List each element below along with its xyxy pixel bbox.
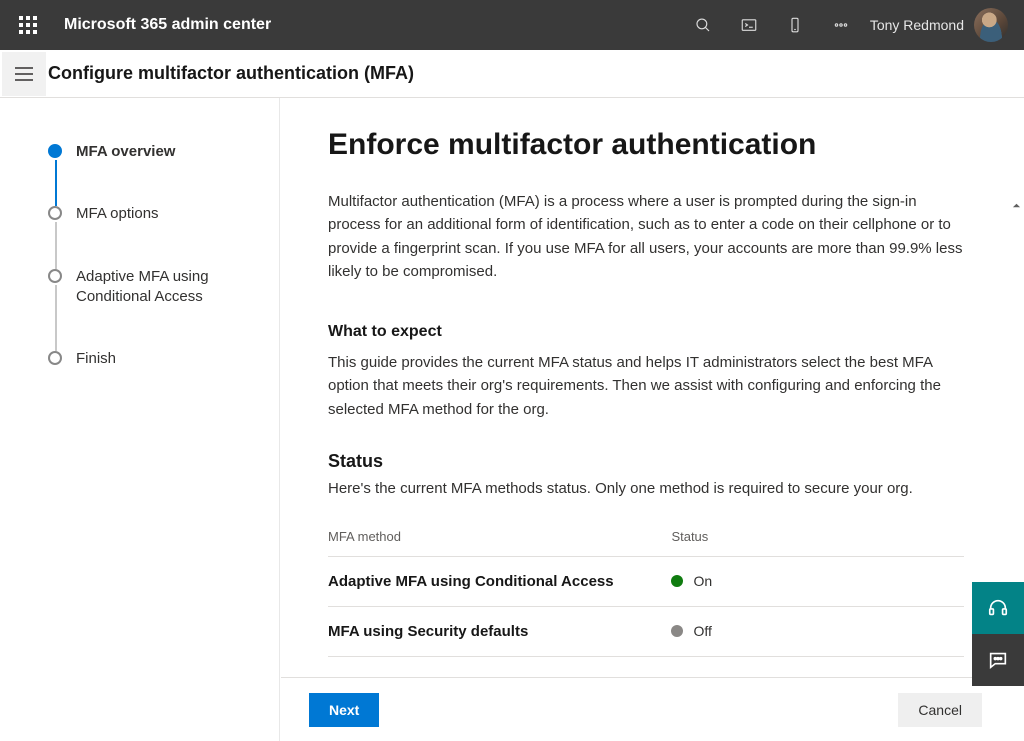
status-off-icon [671, 625, 683, 637]
status-on-icon [671, 575, 683, 587]
nav-toggle-button[interactable] [2, 52, 46, 96]
step-label: Adaptive MFA using Conditional Access [76, 267, 267, 308]
step-finish[interactable]: Finish [48, 349, 267, 369]
step-dot-icon [48, 269, 62, 283]
expect-body: This guide provides the current MFA stat… [328, 351, 964, 421]
status-text: Off [693, 623, 711, 639]
search-icon [694, 16, 712, 34]
help-fab[interactable] [972, 582, 1024, 634]
user-avatar[interactable] [974, 8, 1008, 42]
method-cell: Adaptive MFA using Conditional Access [328, 556, 671, 606]
mobile-button[interactable] [772, 0, 818, 50]
more-icon [832, 16, 850, 34]
page-subheader: Configure multifactor authentication (MF… [0, 50, 1024, 98]
mobile-icon [786, 16, 804, 34]
header-actions: Tony Redmond [680, 0, 1016, 50]
page-title: Configure multifactor authentication (MF… [48, 63, 414, 84]
waffle-icon [19, 16, 37, 34]
step-sidebar: MFA overview MFA options Adaptive MFA us… [0, 98, 280, 741]
cancel-button[interactable]: Cancel [898, 693, 982, 727]
next-button[interactable]: Next [309, 693, 379, 727]
app-title: Microsoft 365 admin center [64, 16, 271, 34]
headset-icon [987, 597, 1009, 619]
col-header-method: MFA method [328, 521, 671, 557]
status-text: On [693, 573, 712, 589]
step-dot-icon [48, 206, 62, 220]
expect-heading: What to expect [328, 323, 964, 341]
main-content: Enforce multifactor authentication Multi… [280, 98, 1024, 741]
step-dot-icon [48, 351, 62, 365]
status-cell: On [671, 573, 964, 589]
mfa-status-table: MFA method Status Adaptive MFA using Con… [328, 521, 964, 657]
step-dot-icon [48, 144, 62, 158]
shell-icon [740, 16, 758, 34]
status-cell: Off [671, 623, 964, 639]
step-label: MFA options [76, 204, 159, 224]
intro-text: Multifactor authentication (MFA) is a pr… [328, 190, 964, 283]
global-header: Microsoft 365 admin center Tony Redmond [0, 0, 1024, 50]
step-label: Finish [76, 349, 116, 369]
hamburger-icon [15, 67, 33, 81]
status-heading: Status [328, 451, 964, 472]
step-label: MFA overview [76, 142, 175, 162]
step-adaptive-mfa[interactable]: Adaptive MFA using Conditional Access [48, 267, 267, 350]
step-mfa-overview[interactable]: MFA overview [48, 142, 267, 204]
shell-button[interactable] [726, 0, 772, 50]
table-row: MFA using Security defaults Off [328, 606, 964, 656]
feedback-fab[interactable] [972, 634, 1024, 686]
app-launcher-button[interactable] [8, 5, 48, 45]
chat-icon [987, 649, 1009, 671]
status-subtext: Here's the current MFA methods status. O… [328, 480, 964, 497]
more-button[interactable] [818, 0, 864, 50]
step-mfa-options[interactable]: MFA options [48, 204, 267, 266]
user-name: Tony Redmond [870, 17, 964, 33]
method-cell: MFA using Security defaults [328, 606, 671, 656]
table-row: Adaptive MFA using Conditional Access On [328, 556, 964, 606]
scroll-up-arrow[interactable] [1009, 198, 1023, 212]
wizard-footer: Next Cancel [281, 677, 1010, 741]
search-button[interactable] [680, 0, 726, 50]
col-header-status: Status [671, 521, 964, 557]
content-heading: Enforce multifactor authentication [328, 128, 964, 162]
